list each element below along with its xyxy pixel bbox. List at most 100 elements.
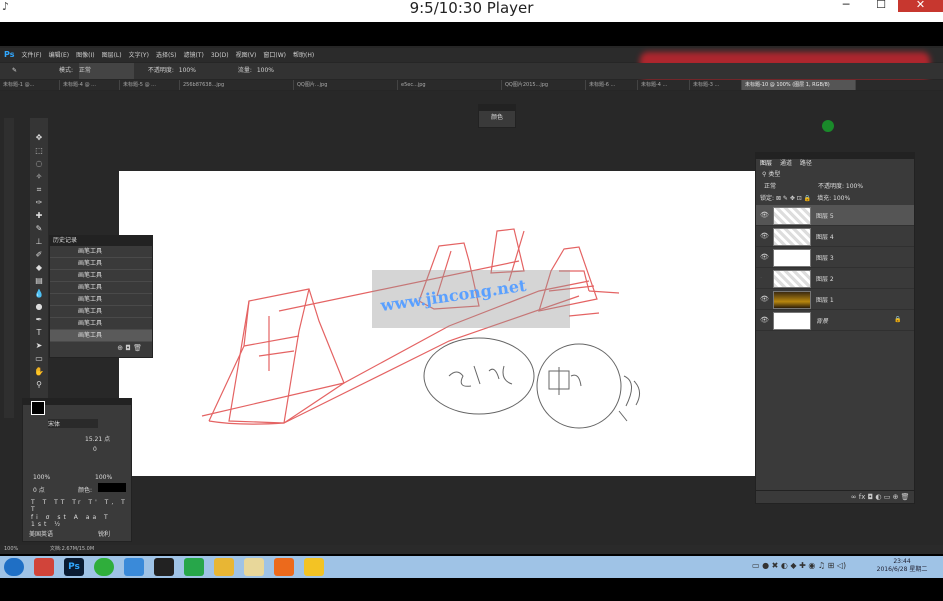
move-tool-icon[interactable]: ✥ [33, 132, 45, 144]
menu-3d[interactable]: 3D(D) [211, 49, 229, 63]
gradient-tool-icon[interactable]: ▤ [33, 275, 45, 287]
tab-layers[interactable]: 图层 [760, 160, 772, 167]
layer-row[interactable]: 👁 图层 5 [756, 205, 914, 226]
magic-wand-icon[interactable]: ✧ [33, 171, 45, 183]
layer-row[interactable]: 👁 图层 3 [756, 247, 914, 268]
layer-row[interactable]: 👁 背景 🔒 [756, 310, 914, 331]
eye-icon[interactable]: 👁 [760, 253, 769, 261]
layer-row[interactable]: 👁 图层 4 [756, 226, 914, 247]
doc-tab[interactable]: 未标题-1 @... [0, 80, 60, 90]
layer-row[interactable]: 👁 图层 1 [756, 289, 914, 310]
photoshop-taskbar-icon[interactable]: Ps [64, 558, 84, 576]
horizontal-scale-field[interactable]: 100% [95, 474, 112, 481]
opacity-value[interactable]: 100% [179, 67, 196, 74]
text-style-buttons[interactable]: T T TT Tr T' T, T T [31, 499, 131, 513]
eye-icon[interactable]: 👁 [760, 232, 769, 240]
history-item[interactable]: 画笔工具 [50, 258, 152, 270]
shape-tool-icon[interactable]: ▭ [33, 353, 45, 365]
menu-file[interactable]: 文件(F) [21, 49, 41, 63]
brush-tool-icon[interactable]: ✎ [33, 223, 45, 235]
history-item[interactable]: 画笔工具 [50, 318, 152, 330]
flow-value[interactable]: 100% [257, 67, 274, 74]
menu-help[interactable]: 帮助(H) [293, 49, 314, 63]
folder-icon[interactable] [244, 558, 264, 576]
blend-mode-select[interactable]: 正常 [764, 183, 776, 190]
layer-opacity-value[interactable]: 100% [846, 183, 863, 190]
baseline-field[interactable]: 0 点 [33, 485, 45, 494]
vertical-scale-field[interactable]: 100% [33, 474, 50, 481]
pen-tool-icon[interactable]: ✒ [33, 314, 45, 326]
menu-filter[interactable]: 滤镜(T) [183, 49, 203, 63]
antialias-select[interactable]: 锐利 [98, 529, 110, 538]
type-tool-icon[interactable]: T [33, 327, 45, 339]
layer-row[interactable]: · 图层 2 [756, 268, 914, 289]
menu-edit[interactable]: 编辑(E) [49, 49, 69, 63]
lock-icons[interactable]: ⊠ ✎ ✥ ⊡ 🔒 [776, 195, 811, 202]
language-select[interactable]: 美国英语 [29, 529, 53, 538]
history-brush-icon[interactable]: ✐ [33, 249, 45, 261]
layer-kind-filter[interactable]: 类型 [768, 171, 780, 178]
blur-tool-icon[interactable]: 💧 [33, 288, 45, 300]
menu-layer[interactable]: 图层(L) [102, 49, 122, 63]
history-item-active[interactable]: 画笔工具 [50, 330, 152, 342]
history-item[interactable]: 画笔工具 [50, 294, 152, 306]
font-size-field[interactable]: 15.21 点 [85, 434, 110, 443]
doc-tab[interactable]: 未标题-6 ... [586, 80, 638, 90]
eye-icon[interactable]: 👁 [760, 295, 769, 303]
zoom-tool-icon[interactable]: ⚲ [33, 379, 45, 391]
eye-icon[interactable]: 👁 [760, 316, 769, 324]
app-icon[interactable] [34, 558, 54, 576]
menu-select[interactable]: 选择(S) [156, 49, 177, 63]
fill-value[interactable]: 100% [833, 195, 850, 202]
app-icon[interactable] [304, 558, 324, 576]
app-icon[interactable] [154, 558, 174, 576]
doc-tab[interactable]: 未标题-4 @ ... [60, 80, 120, 90]
history-item[interactable]: 画笔工具 [50, 246, 152, 258]
tab-channels[interactable]: 通道 [780, 160, 792, 167]
hand-tool-icon[interactable]: ✋ [33, 366, 45, 378]
clock[interactable]: 23:44 2016/6/28 星期二 [872, 558, 932, 574]
minimize-button[interactable]: ─ [829, 0, 863, 12]
tray-icons[interactable]: ▭ ● ✖ ◐ ◆ ✚ ◉ ♫ ⊞ ◁) [752, 561, 846, 570]
foreground-color-swatch[interactable] [31, 401, 45, 415]
eyedropper-icon[interactable]: ✑ [33, 197, 45, 209]
doc-tab-active[interactable]: 未标题-10 @ 100% (图层 1, RGB/8) [742, 80, 856, 90]
eye-icon[interactable]: · [760, 274, 762, 282]
healing-brush-icon[interactable]: ✚ [33, 210, 45, 222]
color-mini-panel[interactable]: 颜色 [478, 104, 516, 128]
path-select-icon[interactable]: ➤ [33, 340, 45, 352]
doc-tab[interactable]: 未标题-5 @ ... [120, 80, 180, 90]
crop-tool-icon[interactable]: ⌗ [33, 184, 45, 196]
doc-tab[interactable]: e5ec...jpg [398, 80, 502, 90]
tracking-field[interactable]: 0 [93, 446, 97, 453]
history-item[interactable]: 画笔工具 [50, 306, 152, 318]
app-icon[interactable] [124, 558, 144, 576]
browser-icon[interactable] [94, 558, 114, 576]
brush-tool-icon[interactable]: ✎ [12, 67, 17, 74]
eye-icon[interactable]: 👁 [760, 211, 769, 219]
doc-tab[interactable]: QQ图片2015...jpg [502, 80, 586, 90]
menu-image[interactable]: 图像(I) [76, 49, 94, 63]
doc-tab[interactable]: 未标题-4 ... [638, 80, 690, 90]
eraser-tool-icon[interactable]: ◆ [33, 262, 45, 274]
font-select[interactable]: 宋体 [48, 419, 98, 428]
dodge-tool-icon[interactable]: ● [33, 301, 45, 313]
doc-tab[interactable]: QQ图片...jpg [294, 80, 398, 90]
marquee-tool-icon[interactable]: ⬚ [33, 145, 45, 157]
tab-paths[interactable]: 路径 [800, 160, 812, 167]
history-item[interactable]: 画笔工具 [50, 282, 152, 294]
doc-tab[interactable]: 未标题-3 ... [690, 80, 742, 90]
menu-view[interactable]: 视图(V) [236, 49, 257, 63]
menu-window[interactable]: 窗口(W) [263, 49, 286, 63]
opentype-buttons[interactable]: fi σ st A aa T 1st ½ [31, 514, 131, 528]
lasso-tool-icon[interactable]: ◌ [33, 158, 45, 170]
app-icon[interactable] [184, 558, 204, 576]
close-button[interactable]: ✕ [898, 0, 943, 12]
app-icon[interactable] [274, 558, 294, 576]
zoom-level[interactable]: 100% [4, 546, 18, 552]
mode-select[interactable]: 正常 [78, 63, 134, 79]
app-icon[interactable] [214, 558, 234, 576]
maximize-button[interactable]: ☐ [864, 0, 898, 12]
history-footer-icons[interactable]: ⊕ ◘ 🗑 [50, 342, 152, 354]
menu-type[interactable]: 文字(Y) [129, 49, 149, 63]
